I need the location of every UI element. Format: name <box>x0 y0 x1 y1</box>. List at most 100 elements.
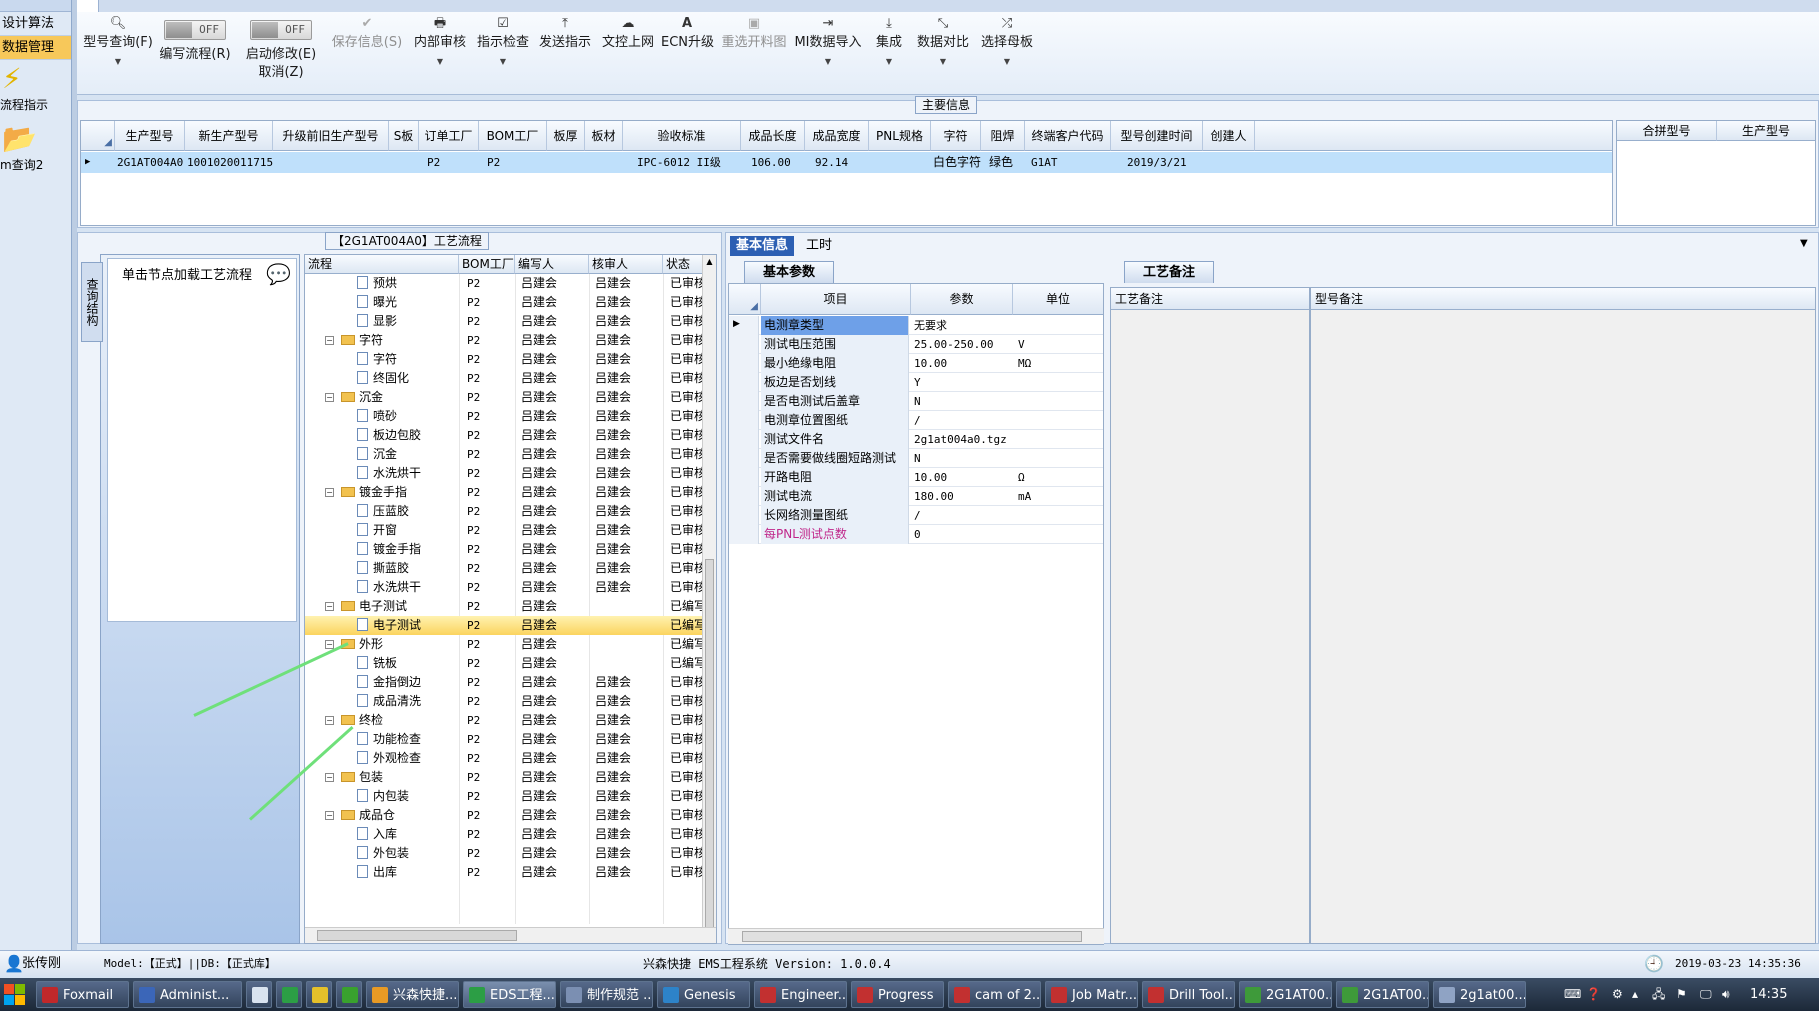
taskbar-item[interactable] <box>276 981 302 1008</box>
tree-step-row[interactable]: 水洗烘干 P2 吕建会 吕建会 已审核 <box>305 464 703 483</box>
scroll-thumb[interactable] <box>317 930 517 941</box>
param-row[interactable]: 每PNL测试点数 0 <box>729 525 1103 544</box>
column-header[interactable]: 终端客户代码 <box>1025 121 1111 151</box>
column-header[interactable]: 型号创建时间 <box>1111 121 1203 151</box>
tree-step-row[interactable]: 铣板 P2 吕建会 已编写 <box>305 654 703 673</box>
scroll-thumb[interactable] <box>742 931 1082 942</box>
param-row[interactable]: 测试电流 180.00 mA <box>729 487 1103 506</box>
param-row[interactable]: 开路电阻 10.00 Ω <box>729 468 1103 487</box>
table-cell[interactable]: IPC-6012 II级 <box>623 152 741 173</box>
table-cell[interactable]: 白色字符 <box>931 152 981 173</box>
tree-step-row[interactable]: 终固化 P2 吕建会 吕建会 已审核 <box>305 369 703 388</box>
tree-step-row[interactable]: 撕蓝胶 P2 吕建会 吕建会 已审核 <box>305 559 703 578</box>
taskbar-item[interactable] <box>336 981 362 1008</box>
doc-control-online-button[interactable]: ☁ 文控上网 <box>598 14 658 84</box>
taskbar-item[interactable]: Drill Tool... <box>1142 981 1235 1008</box>
table-cell[interactable] <box>585 152 623 173</box>
tree-step-row[interactable]: 出库 P2 吕建会 吕建会 已审核 <box>305 863 703 882</box>
model-query-button[interactable]: 🔍︎ 型号查询(F) ▼ <box>83 14 153 84</box>
column-header[interactable]: 验收标准 <box>623 121 741 151</box>
tree-step-row[interactable]: 内包装 P2 吕建会 吕建会 已审核 <box>305 787 703 806</box>
process-tree-grid[interactable]: 流程 BOM工厂 编写人 核审人 状态 预烘 P2 吕建会 吕建会 已审核 曝光 P2 吕建会… <box>304 254 717 944</box>
param-row[interactable]: 是否电测试后盖章 N <box>729 392 1103 411</box>
taskbar-item[interactable]: Genesis <box>657 981 750 1008</box>
tree-step-row[interactable]: 镀金手指 P2 吕建会 吕建会 已审核 <box>305 540 703 559</box>
table-cell[interactable] <box>273 152 389 173</box>
taskbar-item[interactable]: Administ... <box>133 981 242 1008</box>
main-info-grid[interactable]: ◢ 生产型号 新生产型号 升级前旧生产型号 S板 订单工厂 BOM工厂 板厚 板… <box>80 120 1613 226</box>
taskbar-item[interactable]: Foxmail <box>36 981 129 1008</box>
column-header[interactable]: 核审人 <box>589 255 663 274</box>
param-value[interactable]: 0 <box>911 525 1011 544</box>
tray-network-icon[interactable]: 🖧 <box>1652 981 1665 1008</box>
chevron-down-icon[interactable]: ▼ <box>83 52 153 72</box>
param-row[interactable]: ▶ 电测章类型 无要求 <box>729 316 1103 335</box>
table-cell[interactable] <box>1203 152 1255 173</box>
ribbon-tab[interactable] <box>77 0 99 12</box>
param-row[interactable]: 测试文件名 2g1at004a0.tgz <box>729 430 1103 449</box>
param-value[interactable]: 无要求 <box>911 316 1011 335</box>
chevron-down-icon[interactable]: ▼ <box>410 52 470 72</box>
param-value[interactable]: 2g1at004a0.tgz <box>911 430 1011 449</box>
tree-step-row[interactable]: 显影 P2 吕建会 吕建会 已审核 <box>305 312 703 331</box>
tree-vertical-scrollbar[interactable]: ▲ <box>702 255 716 943</box>
taskbar-item[interactable]: 兴森快捷... <box>366 981 459 1008</box>
basic-params-grid[interactable]: ◢ 项目 参数 单位 ▶ 电测章类型 无要求 测试电压范围 25.00-250.00 V 最… <box>728 283 1104 945</box>
tree-horizontal-scrollbar[interactable] <box>305 927 716 943</box>
taskbar-item[interactable]: 2G1AT00... <box>1239 981 1332 1008</box>
column-header[interactable]: 单位 <box>1013 284 1103 315</box>
column-header[interactable]: 状态 <box>663 255 703 274</box>
tree-step-row[interactable]: 金指倒边 P2 吕建会 吕建会 已审核 <box>305 673 703 692</box>
taskbar-item[interactable] <box>306 981 332 1008</box>
column-header[interactable]: 编写人 <box>515 255 589 274</box>
table-cell[interactable]: 10010200117156 <box>185 152 273 173</box>
collapse-toggle-icon[interactable]: − <box>325 488 334 497</box>
collapse-toggle-icon[interactable]: − <box>325 336 334 345</box>
toggle-switch[interactable]: OFF <box>250 20 312 40</box>
collapse-toggle-icon[interactable]: − <box>325 602 334 611</box>
send-instruction-button[interactable]: ⤒ 发送指示 <box>535 14 595 84</box>
param-value[interactable]: 10.00 <box>911 354 1011 373</box>
chevron-down-icon[interactable]: ▼ <box>976 52 1038 72</box>
tree-step-row[interactable]: 水洗烘干 P2 吕建会 吕建会 已审核 <box>305 578 703 597</box>
tray-settings-icon[interactable]: ⚙ <box>1612 981 1623 1008</box>
integration-button[interactable]: ⤓ 集成 ▼ <box>867 14 911 84</box>
nav-item-query2[interactable]: 📂 m查询2 <box>0 120 71 180</box>
chevron-down-icon[interactable]: ▼ <box>867 52 911 72</box>
column-header[interactable]: 流程 <box>305 255 459 274</box>
collapse-toggle-icon[interactable]: − <box>325 773 334 782</box>
write-flow-toggle[interactable]: OFF 编写流程(R) <box>159 14 231 84</box>
model-notes-pane[interactable]: 型号备注 <box>1310 287 1816 944</box>
tray-keyboard-icon[interactable]: ⌨ <box>1564 981 1581 1008</box>
tree-step-row[interactable]: 预烘 P2 吕建会 吕建会 已审核 <box>305 274 703 293</box>
tray-help-icon[interactable]: ❓ <box>1586 981 1601 1008</box>
param-row[interactable]: 是否需要做线圈短路测试 N <box>729 449 1103 468</box>
tray-volume-icon[interactable]: 🔊︎ <box>1722 981 1730 1008</box>
internal-review-button[interactable]: 🖶 内部审核 ▼ <box>410 14 470 84</box>
taskbar-item[interactable]: 2g1at00... <box>1433 981 1526 1008</box>
taskbar-item[interactable]: 2G1AT00... <box>1336 981 1429 1008</box>
table-cell[interactable]: P2 <box>419 152 479 173</box>
mi-data-import-button[interactable]: ⇥ MI数据导入 ▼ <box>793 14 863 84</box>
column-header[interactable]: BOM工厂 <box>479 121 547 151</box>
param-value[interactable]: N <box>911 449 1011 468</box>
tab-process-notes[interactable]: 工艺备注 <box>1124 261 1215 283</box>
tree-step-row[interactable]: 成品清洗 P2 吕建会 吕建会 已审核 <box>305 692 703 711</box>
tray-clock[interactable]: 14:35 <box>1750 981 1787 1008</box>
table-cell[interactable]: G1AT <box>1025 152 1111 173</box>
table-cell[interactable] <box>869 152 931 173</box>
taskbar-item[interactable] <box>246 981 272 1008</box>
table-cell[interactable]: 92.14 <box>805 152 869 173</box>
node-list[interactable] <box>107 258 297 622</box>
column-header[interactable]: 生产型号 <box>115 121 185 151</box>
tree-group-row[interactable]: − 沉金 P2 吕建会 吕建会 已审核 <box>305 388 703 407</box>
param-row[interactable]: 测试电压范围 25.00-250.00 V <box>729 335 1103 354</box>
tree-group-row[interactable]: − 成品仓 P2 吕建会 吕建会 已审核 <box>305 806 703 825</box>
table-cell[interactable]: 2019/3/21 <box>1111 152 1203 173</box>
collapse-toggle-icon[interactable]: − <box>325 811 334 820</box>
tree-step-row[interactable]: 曝光 P2 吕建会 吕建会 已审核 <box>305 293 703 312</box>
column-header[interactable]: BOM工厂 <box>459 255 515 274</box>
tab-work-hours[interactable]: 工时 <box>800 236 838 256</box>
taskbar-item[interactable]: Job Matr... <box>1045 981 1138 1008</box>
column-header[interactable]: 订单工厂 <box>419 121 479 151</box>
